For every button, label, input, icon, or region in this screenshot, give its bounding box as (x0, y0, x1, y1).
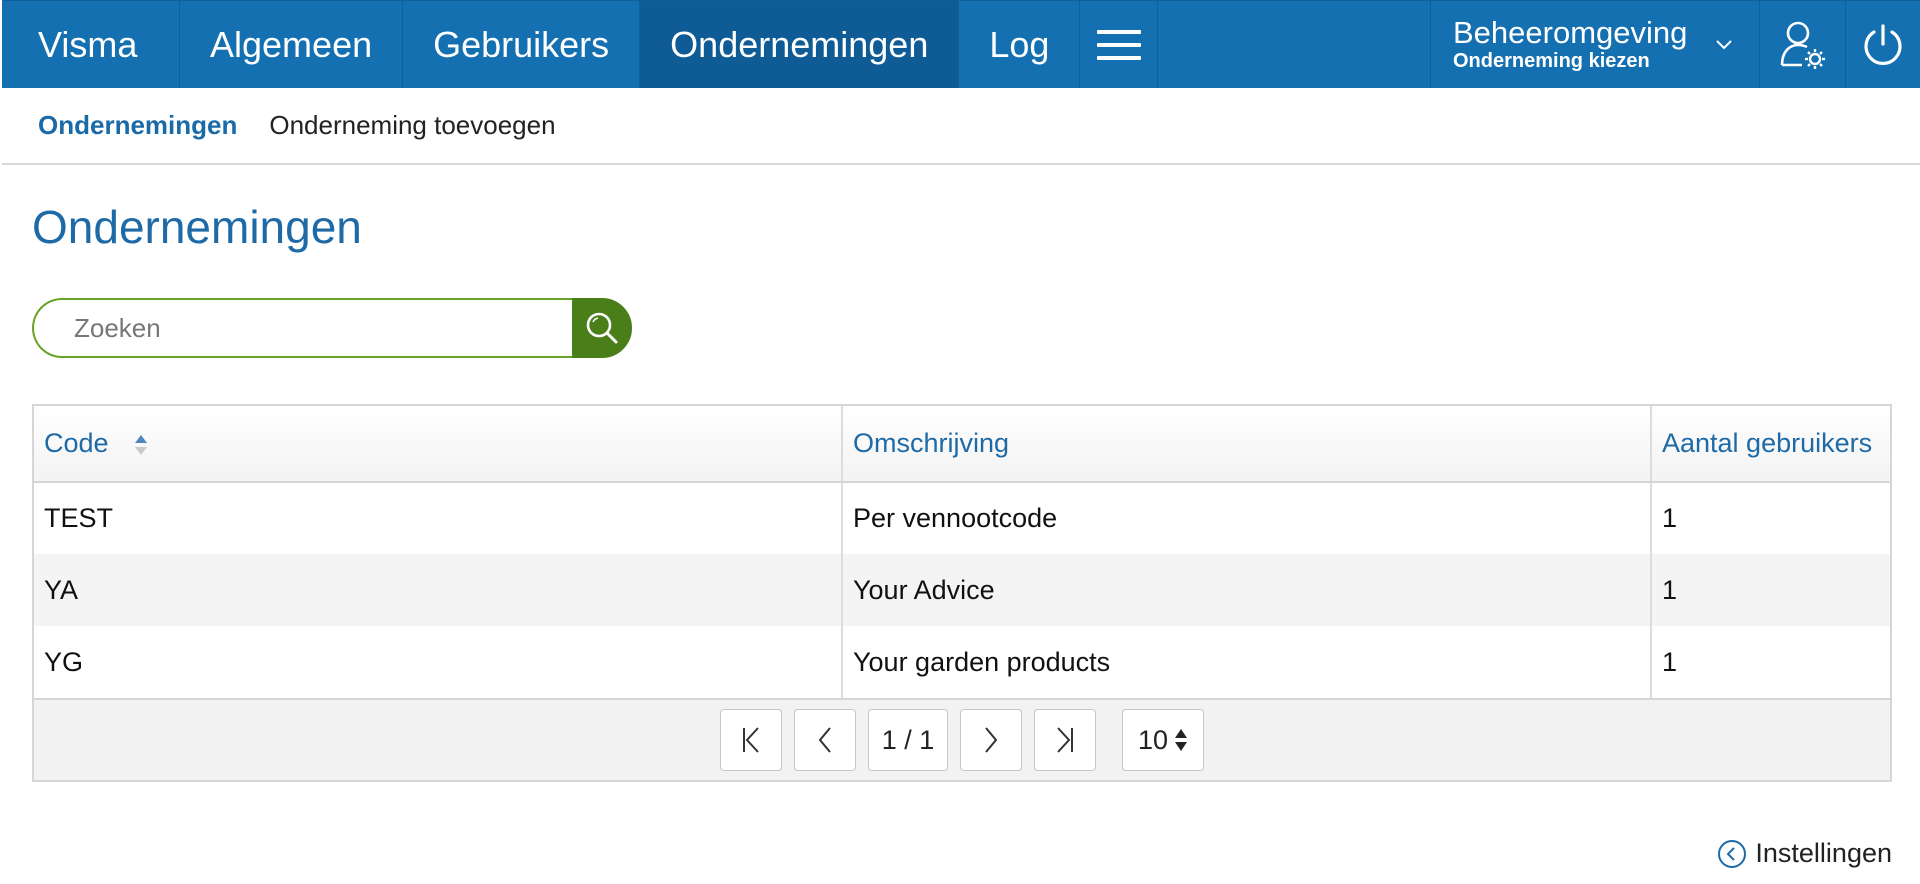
chevron-right-icon (985, 727, 998, 753)
page-size-value: 10 (1137, 724, 1169, 755)
table-row[interactable]: YG Your garden products 1 (34, 626, 1890, 698)
table-row[interactable]: YA Your Advice 1 (34, 554, 1890, 626)
last-page-icon (1057, 727, 1073, 753)
cell-aantal-gebruikers: 1 (1662, 503, 1678, 533)
chevron-down-icon (1716, 40, 1732, 50)
subnav-item-onderneming-toevoegen[interactable]: Onderneming toevoegen (269, 110, 555, 141)
cell-aantal-gebruikers: 1 (1662, 646, 1678, 677)
sort-ascending-icon (135, 434, 148, 455)
nav-item-log[interactable]: Log (959, 1, 1081, 88)
page-title: Ondernemingen (32, 201, 362, 253)
hamburger-menu-icon (1096, 29, 1141, 60)
ondernemingen-table: Code Omschrijving Aantal gebruikers TEST… (32, 404, 1892, 782)
table-header-row: Code Omschrijving Aantal gebruikers (34, 406, 1890, 483)
environment-selector[interactable]: Beheeromgeving Onderneming kiezen (1430, 1, 1760, 88)
environment-title: Beheeromgeving (1453, 14, 1688, 50)
settings-link-label: Instellingen (1755, 838, 1892, 868)
column-header-label: Code (44, 428, 109, 458)
subnav-item-ondernemingen[interactable]: Ondernemingen (38, 110, 237, 141)
table-row[interactable]: TEST Per vennootcode 1 (34, 482, 1890, 554)
nav-item-algemeen[interactable]: Algemeen (180, 1, 404, 88)
last-page-button[interactable] (1034, 709, 1096, 771)
sub-navigation: Ondernemingen Onderneming toevoegen (2, 88, 1920, 165)
search-input[interactable] (32, 298, 572, 358)
user-settings-icon (1780, 21, 1825, 69)
cell-code: TEST (34, 482, 843, 554)
cell-aantal-gebruikers: 1 (1651, 554, 1890, 626)
page-size-select[interactable]: 10 (1122, 709, 1204, 771)
column-header-code[interactable]: Code (34, 406, 843, 483)
brand-logo[interactable]: Visma (2, 1, 180, 88)
search-icon (586, 312, 618, 344)
search-bar (32, 298, 632, 358)
column-header-aantal-gebruikers[interactable]: Aantal gebruikers (1651, 406, 1890, 483)
cell-code: YG (34, 626, 843, 698)
settings-link[interactable]: Instellingen (1717, 838, 1892, 869)
chevron-left-icon (818, 727, 831, 753)
circle-chevron-left-icon (1718, 839, 1747, 868)
hamburger-menu-button[interactable] (1080, 1, 1159, 88)
search-button[interactable] (572, 298, 632, 358)
cell-code: YA (34, 554, 843, 626)
nav-item-gebruikers[interactable]: Gebruikers (403, 1, 641, 88)
power-icon (1864, 23, 1902, 65)
nav-item-ondernemingen[interactable]: Ondernemingen (640, 1, 960, 88)
first-page-button[interactable] (720, 709, 782, 771)
logout-button[interactable] (1846, 1, 1920, 88)
environment-text: Beheeromgeving Onderneming kiezen (1453, 14, 1688, 73)
page-indicator: 1 / 1 (868, 709, 948, 771)
pagination-bar: 1 / 1 10 (34, 698, 1890, 780)
cell-omschrijving: Your Advice (842, 554, 1652, 626)
select-arrows-icon (1175, 729, 1188, 751)
environment-subtitle: Onderneming kiezen (1453, 49, 1650, 72)
cell-omschrijving: Your garden products (842, 626, 1652, 698)
previous-page-button[interactable] (794, 709, 856, 771)
user-settings-button[interactable] (1760, 1, 1846, 88)
top-navbar: Visma Algemeen Gebruikers Ondernemingen … (2, 0, 1920, 88)
cell-omschrijving: Per vennootcode (842, 482, 1652, 554)
first-page-icon (743, 727, 759, 753)
column-header-omschrijving[interactable]: Omschrijving (842, 406, 1652, 483)
next-page-button[interactable] (960, 709, 1022, 771)
